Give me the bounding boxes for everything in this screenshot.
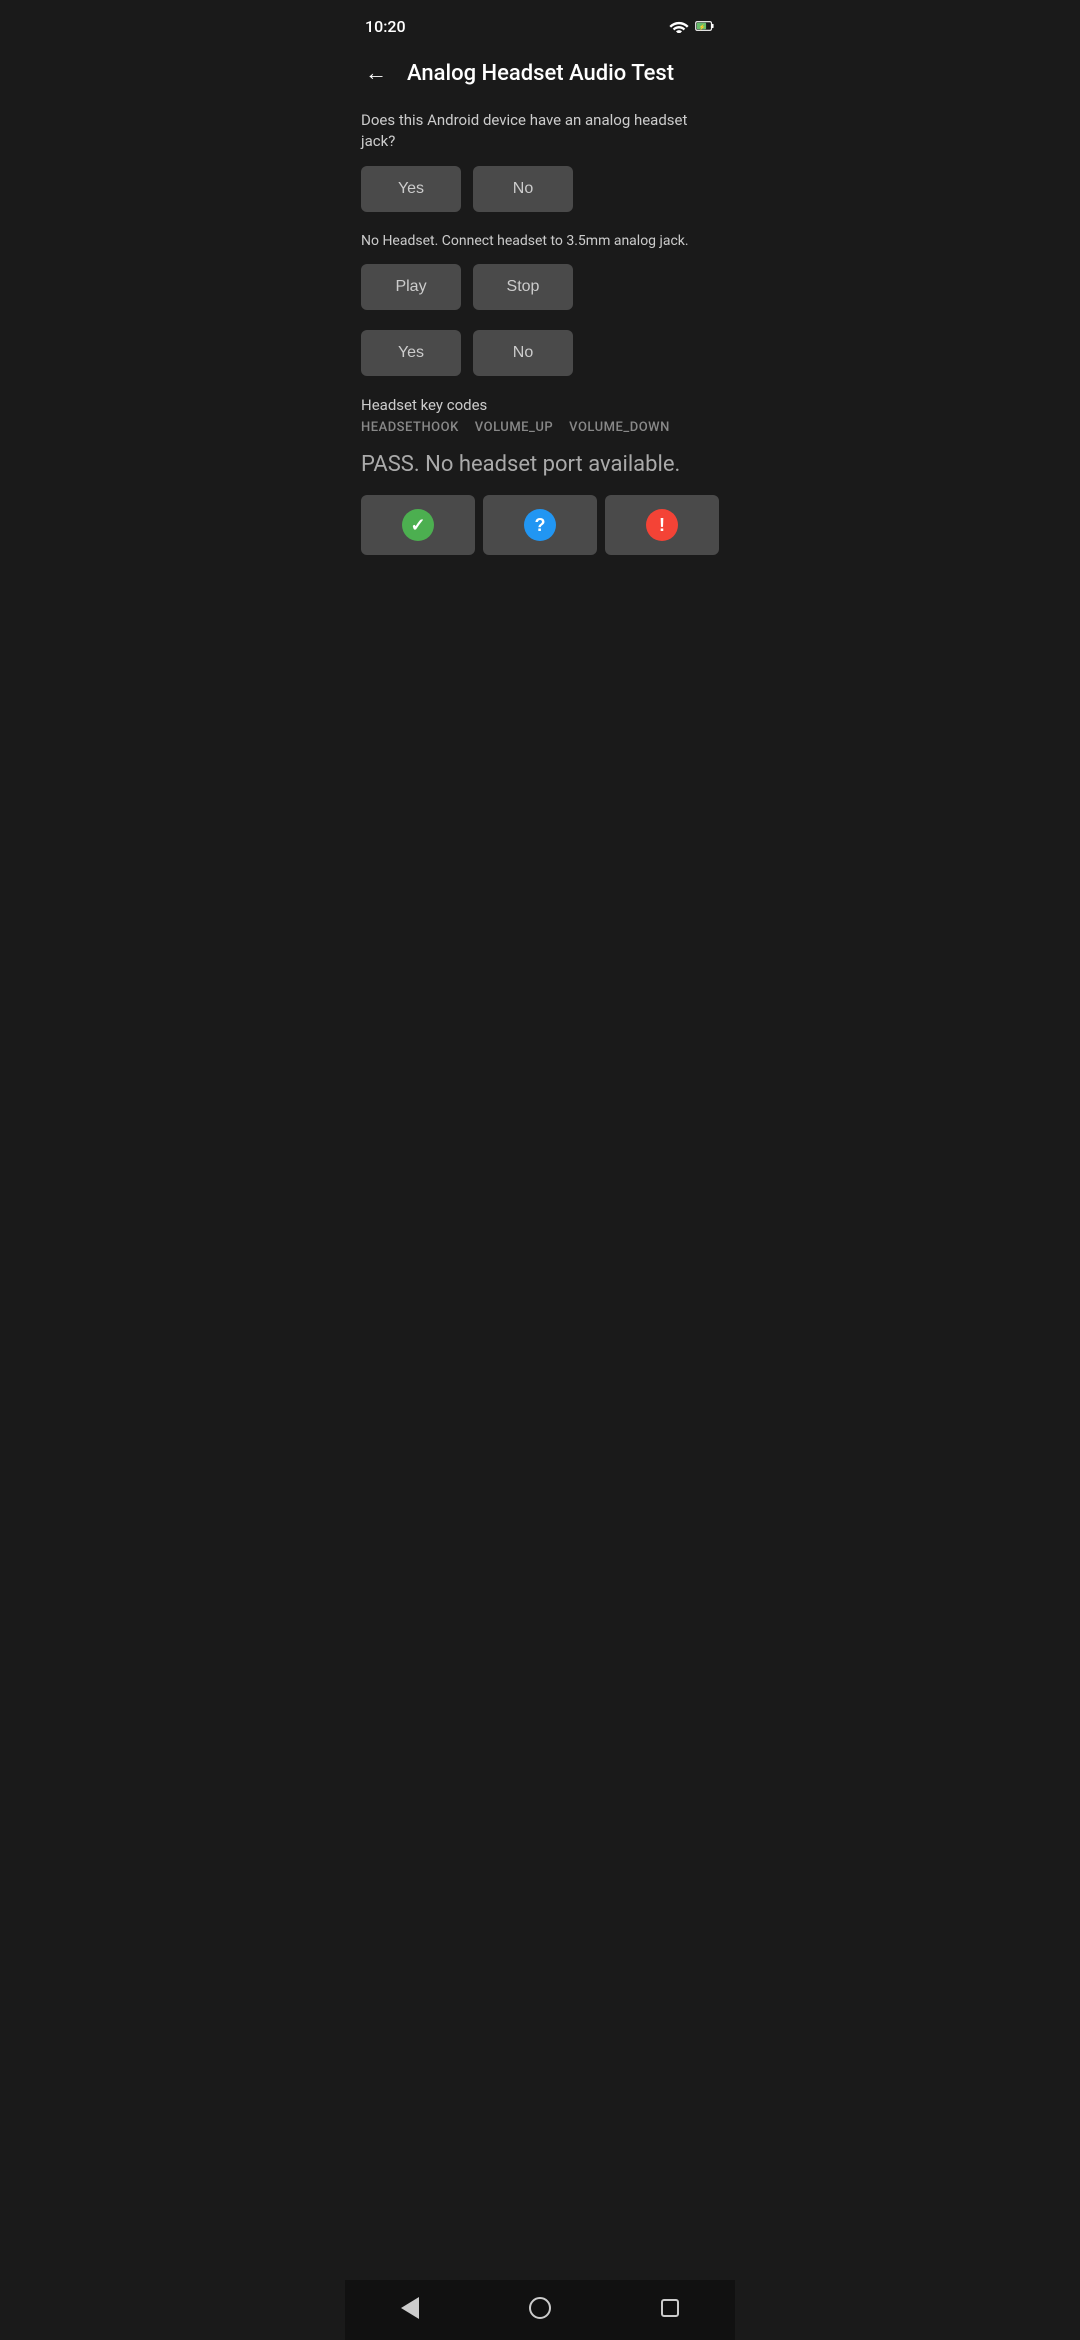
key-codes-label: Headset key codes [361, 396, 719, 414]
yes-button-2[interactable]: Yes [361, 330, 461, 376]
info-result-button[interactable]: ? [483, 495, 597, 555]
play-button[interactable]: Play [361, 264, 461, 310]
no-button-2[interactable]: No [473, 330, 573, 376]
content: Does this Android device have an analog … [345, 102, 735, 583]
toolbar: ← Analog Headset Audio Test [345, 48, 735, 102]
yes-button-1[interactable]: Yes [361, 166, 461, 212]
headset-jack-buttons: Yes No [361, 166, 719, 212]
connect-headset-info: No Headset. Connect headset to 3.5mm ana… [361, 232, 719, 252]
headset-jack-section: Does this Android device have an analog … [361, 110, 719, 212]
page-title: Analog Headset Audio Test [407, 61, 674, 86]
no-button-1[interactable]: No [473, 166, 573, 212]
pass-icon: ✓ [402, 509, 434, 541]
play-stop-section: No Headset. Connect headset to 3.5mm ana… [361, 232, 719, 310]
key-code-volume-up: VOLUME_UP [475, 420, 553, 435]
result-buttons-row: ✓ ? ! [361, 495, 719, 555]
yes-no-buttons: Yes No [361, 330, 719, 376]
nav-recents-icon [661, 2299, 679, 2317]
info-icon: ? [524, 509, 556, 541]
wifi-icon [669, 19, 689, 33]
status-bar: 10:20 ⚡ [345, 0, 735, 48]
key-codes-section: Headset key codes HEADSETHOOK VOLUME_UP … [361, 396, 719, 435]
key-code-headsethook: HEADSETHOOK [361, 420, 459, 435]
pass-text: PASS. No headset port available. [361, 451, 719, 480]
fail-icon: ! [646, 509, 678, 541]
nav-home-button[interactable] [515, 2290, 565, 2326]
fail-result-button[interactable]: ! [605, 495, 719, 555]
nav-back-icon [401, 2297, 419, 2319]
nav-recents-button[interactable] [645, 2290, 695, 2326]
nav-bar [345, 2280, 735, 2340]
stop-button[interactable]: Stop [473, 264, 573, 310]
status-time: 10:20 [365, 17, 406, 36]
nav-home-icon [529, 2297, 551, 2319]
nav-back-button[interactable] [385, 2290, 435, 2326]
battery-icon: ⚡ [695, 19, 715, 33]
yes-no-section: Yes No [361, 330, 719, 376]
status-icons: ⚡ [669, 19, 715, 33]
pass-result-button[interactable]: ✓ [361, 495, 475, 555]
key-codes-row: HEADSETHOOK VOLUME_UP VOLUME_DOWN [361, 420, 719, 435]
back-button[interactable]: ← [361, 56, 391, 90]
key-code-volume-down: VOLUME_DOWN [569, 420, 670, 435]
headset-jack-question: Does this Android device have an analog … [361, 110, 719, 152]
play-stop-buttons: Play Stop [361, 264, 719, 310]
